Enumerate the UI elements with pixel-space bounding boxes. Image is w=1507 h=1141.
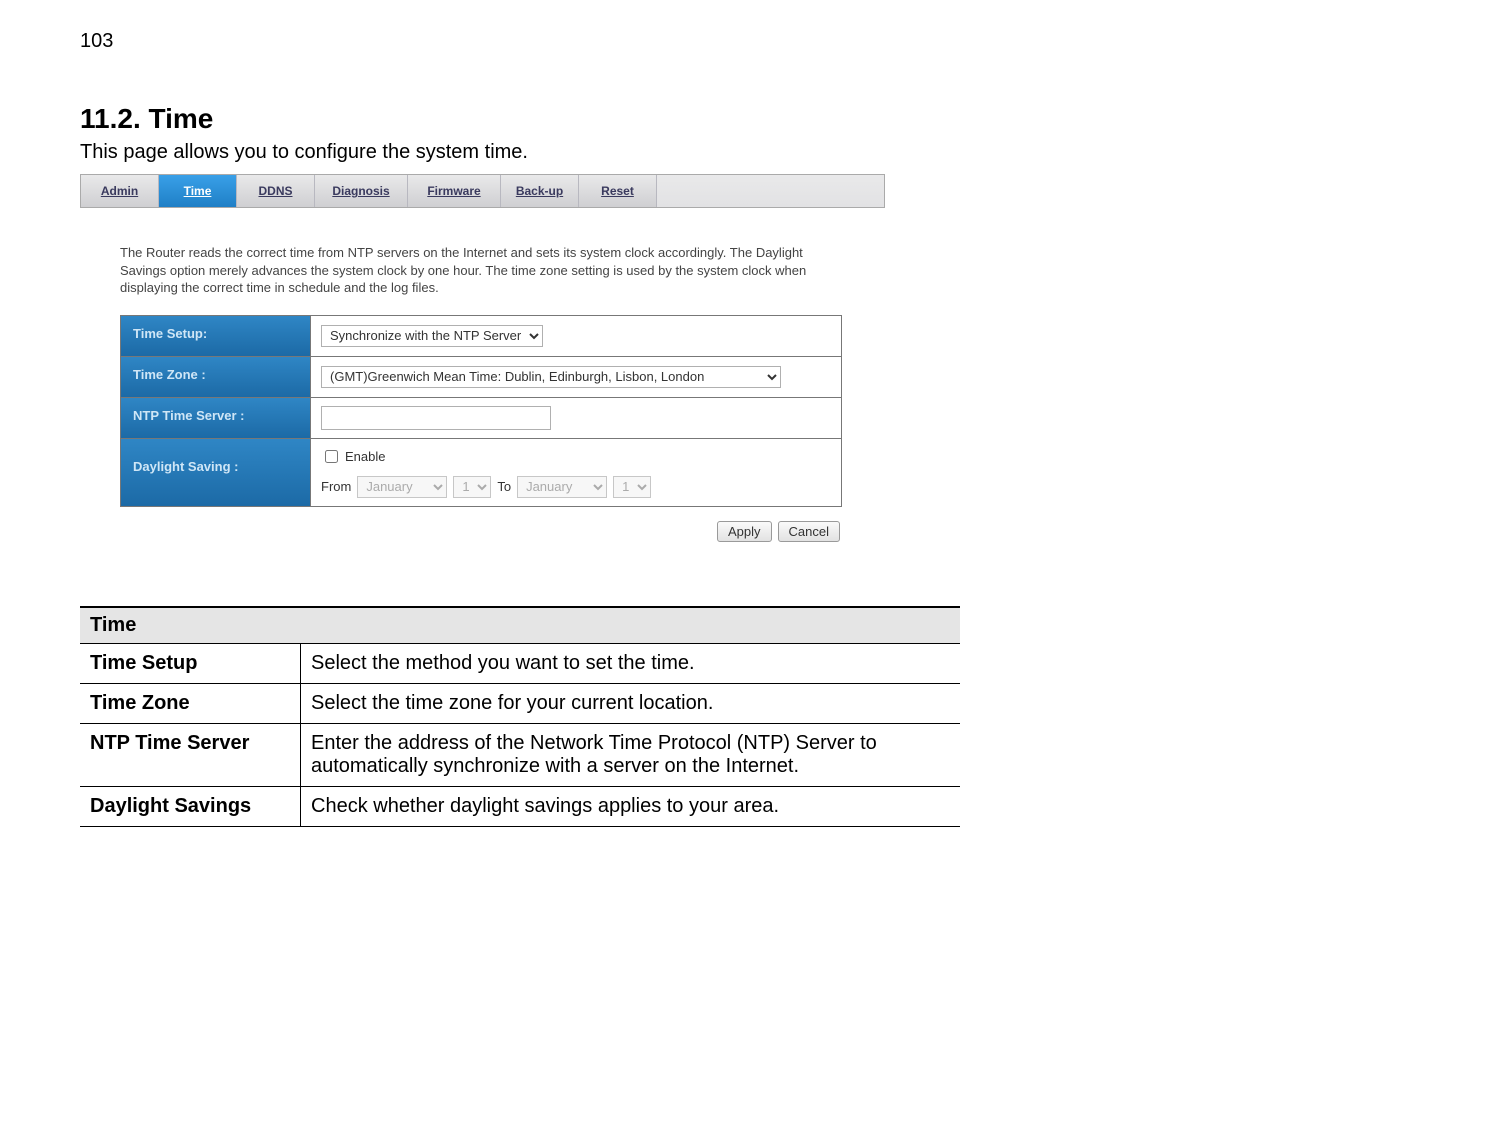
description-table: Time Time Setup Select the method you wa… (80, 606, 960, 827)
tab-bar: Admin Time DDNS Diagnosis Firmware Back-… (80, 174, 885, 208)
select-dst-to-month[interactable]: January (517, 476, 607, 498)
table-row: Daylight Savings Check whether daylight … (80, 786, 960, 826)
table-row: Time Setup Select the method you want to… (80, 643, 960, 683)
desc-key: NTP Time Server (80, 723, 301, 786)
row-time-setup: Time Setup: Synchronize with the NTP Ser… (121, 316, 841, 357)
label-daylight-saving: Daylight Saving : (121, 439, 311, 506)
desc-table-header: Time (80, 607, 960, 644)
table-row: Time Zone Select the time zone for your … (80, 683, 960, 723)
cancel-button[interactable]: Cancel (778, 521, 840, 542)
desc-val: Select the method you want to set the ti… (301, 643, 961, 683)
tab-reset[interactable]: Reset (579, 175, 657, 207)
select-time-zone[interactable]: (GMT)Greenwich Mean Time: Dublin, Edinbu… (321, 366, 781, 388)
tab-time[interactable]: Time (159, 175, 237, 207)
section-description: This page allows you to configure the sy… (80, 141, 1427, 164)
select-dst-to-day[interactable]: 1 (613, 476, 651, 498)
select-dst-from-month[interactable]: January (357, 476, 447, 498)
desc-key: Time Setup (80, 643, 301, 683)
tab-bar-spacer (657, 175, 884, 207)
desc-val: Enter the address of the Network Time Pr… (301, 723, 961, 786)
tab-ddns[interactable]: DDNS (237, 175, 315, 207)
apply-button[interactable]: Apply (717, 521, 772, 542)
table-row: NTP Time Server Enter the address of the… (80, 723, 960, 786)
settings-table: Time Setup: Synchronize with the NTP Ser… (120, 315, 842, 507)
tab-admin[interactable]: Admin (81, 175, 159, 207)
label-ntp-server: NTP Time Server : (121, 398, 311, 438)
select-dst-from-day[interactable]: 1 (453, 476, 491, 498)
row-daylight-saving: Daylight Saving : Enable From January (121, 439, 841, 507)
desc-val: Check whether daylight savings applies t… (301, 786, 961, 826)
page-number: 103 (80, 30, 1427, 53)
label-dst-to: To (497, 479, 511, 494)
row-time-zone: Time Zone : (GMT)Greenwich Mean Time: Du… (121, 357, 841, 398)
select-time-setup[interactable]: Synchronize with the NTP Server (321, 325, 543, 347)
label-time-zone: Time Zone : (121, 357, 311, 397)
router-ui-panel: Admin Time DDNS Diagnosis Firmware Back-… (80, 174, 885, 556)
button-row: Apply Cancel (120, 521, 840, 542)
input-ntp-server[interactable] (321, 406, 551, 430)
desc-key: Time Zone (80, 683, 301, 723)
tab-body: The Router reads the correct time from N… (80, 208, 885, 556)
label-time-setup: Time Setup: (121, 316, 311, 356)
section-heading: 11.2. Time (80, 103, 1427, 135)
tab-backup[interactable]: Back-up (501, 175, 579, 207)
checkbox-dst-enable[interactable] (325, 450, 338, 463)
label-dst-from: From (321, 479, 351, 494)
tab-diagnosis[interactable]: Diagnosis (315, 175, 408, 207)
intro-text: The Router reads the correct time from N… (120, 244, 840, 297)
label-dst-enable: Enable (345, 449, 385, 464)
row-ntp-server: NTP Time Server : (121, 398, 841, 439)
desc-val: Select the time zone for your current lo… (301, 683, 961, 723)
desc-key: Daylight Savings (80, 786, 301, 826)
tab-firmware[interactable]: Firmware (408, 175, 501, 207)
